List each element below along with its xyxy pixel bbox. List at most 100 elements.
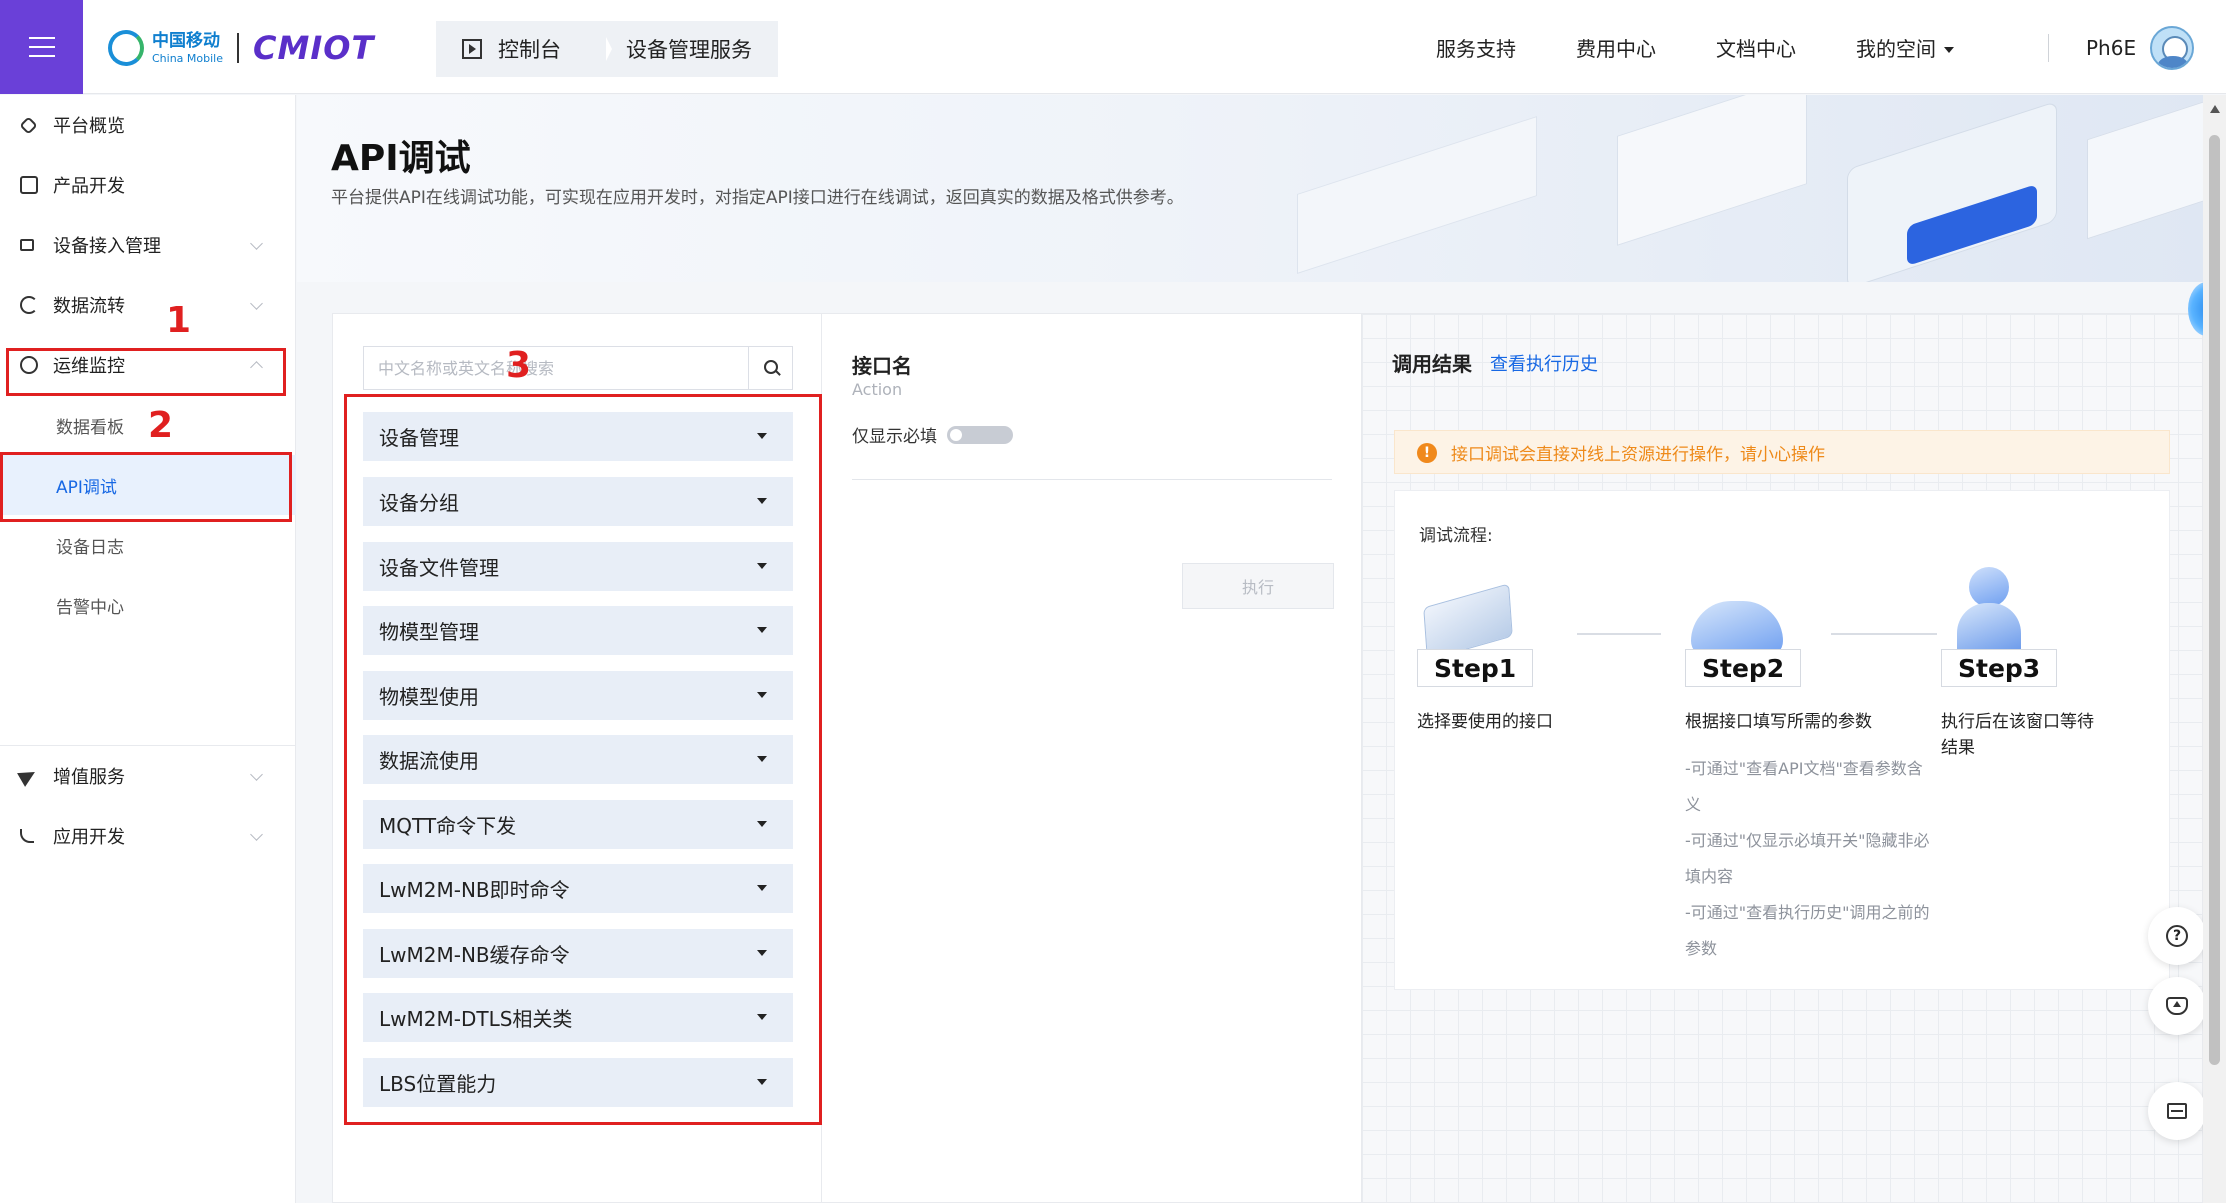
caret-down-icon: [757, 1079, 767, 1085]
api-category-label: LwM2M-DTLS相关类: [379, 1007, 573, 1031]
nav-my-space[interactable]: 我的空间: [1856, 33, 1954, 62]
sidebar-subitem-label: 设备日志: [56, 537, 124, 558]
send-icon: [17, 765, 39, 787]
api-category-item[interactable]: LBS位置能力: [363, 1058, 793, 1107]
caret-down-icon: [757, 1014, 767, 1020]
nav-doc-center[interactable]: 文档中心: [1716, 33, 1796, 62]
api-name-title: 接口名: [852, 354, 912, 378]
api-category-label: 物模型使用: [379, 685, 479, 709]
menu-toggle-button[interactable]: [0, 0, 83, 94]
help-button[interactable]: ?: [2148, 907, 2206, 965]
caret-down-icon: [757, 885, 767, 891]
step2-label: Step2: [1685, 649, 1802, 687]
api-category-item[interactable]: 物模型管理: [363, 606, 793, 655]
document-icon: [2167, 1103, 2187, 1119]
nav-billing-center[interactable]: 费用中心: [1576, 33, 1656, 62]
api-category-label: LwM2M-NB缓存命令: [379, 943, 570, 967]
logo-cn: 中国移动: [152, 30, 220, 51]
warning-icon: !: [1417, 443, 1437, 463]
api-category-item[interactable]: 物模型使用: [363, 671, 793, 720]
feedback-button[interactable]: [2148, 1082, 2206, 1140]
annotation-number-1: 1: [166, 300, 192, 341]
api-category-item[interactable]: 设备分组: [363, 477, 793, 526]
avatar[interactable]: [2150, 26, 2194, 70]
sidebar-item-label: 应用开发: [53, 827, 125, 848]
logo-divider: [237, 33, 240, 63]
required-only-toggle[interactable]: [947, 425, 1013, 444]
sidebar-item-label: 增值服务: [53, 767, 125, 788]
sidebar-subitem-device-log[interactable]: 设备日志: [0, 515, 296, 575]
step1-description: 选择要使用的接口: [1417, 712, 1553, 732]
step-connector: [1577, 633, 1661, 635]
api-category-item[interactable]: 设备管理: [363, 412, 793, 461]
chevron-down-icon: [250, 827, 263, 841]
caret-down-icon: [757, 627, 767, 633]
api-category-label: LwM2M-NB即时命令: [379, 878, 570, 902]
sidebar-subitem-api-debug[interactable]: API调试: [0, 455, 296, 515]
sidebar-subitem-alarm-center[interactable]: 告警中心: [0, 575, 296, 635]
sidebar-item-data-flow[interactable]: 数据流转: [0, 275, 296, 335]
api-category-item[interactable]: 设备文件管理: [363, 542, 793, 591]
sidebar-item-device-access[interactable]: 设备接入管理: [0, 215, 296, 275]
page-description: 平台提供API在线调试功能，可实现在应用开发时，对指定API接口进行在线调试，返…: [331, 188, 1184, 208]
caret-down-icon: [757, 692, 767, 698]
caret-down-icon: [757, 498, 767, 504]
sidebar-item-label: 数据流转: [53, 296, 125, 317]
step-connector: [1831, 633, 1937, 635]
header-divider: [2048, 34, 2049, 62]
api-category-item[interactable]: LwM2M-NB即时命令: [363, 864, 793, 913]
api-category-label: 设备管理: [379, 426, 459, 450]
banner-illustration: [2087, 95, 2203, 240]
monitor-icon: [20, 356, 38, 374]
sidebar-item-platform-overview[interactable]: 平台概览: [0, 95, 296, 155]
api-category-item[interactable]: MQTT命令下发: [363, 800, 793, 849]
api-category-item[interactable]: LwM2M-DTLS相关类: [363, 993, 793, 1042]
user-name[interactable]: Ph6E: [2086, 36, 2136, 60]
logo-en: China Mobile: [152, 51, 224, 65]
tip-item: -可通过"查看API文档"查看参数含义: [1685, 759, 1923, 814]
page-scrollbar[interactable]: [2203, 95, 2226, 1203]
api-list-panel: 设备管理 设备分组 设备文件管理 物模型管理 物模型使用 数据流使用 MQTT命…: [332, 313, 822, 1203]
question-icon: ?: [2166, 925, 2188, 947]
debug-flow-card: 调试流程: Step1 Step2 Step3 选择要使用的接口 根据接口填写所…: [1394, 490, 2170, 990]
data-flow-icon: [20, 296, 38, 314]
back-to-top-button[interactable]: [2148, 977, 2206, 1035]
caret-down-icon: [757, 756, 767, 762]
warning-text: 接口调试会直接对线上资源进行操作，请小心操作: [1451, 444, 1825, 465]
api-action-label: Action: [852, 380, 903, 399]
execute-button[interactable]: 执行: [1182, 563, 1334, 609]
api-category-item[interactable]: LwM2M-NB缓存命令: [363, 929, 793, 978]
sidebar-item-ops-monitor[interactable]: 运维监控: [0, 335, 296, 395]
device-access-icon: [20, 239, 34, 251]
api-detail-panel: 接口名 Action 仅显示必填 执行: [822, 313, 1362, 1203]
scroll-up-icon[interactable]: [2210, 105, 2220, 113]
annotation-number-3: 3: [506, 345, 532, 386]
nav-service-support[interactable]: 服务支持: [1436, 33, 1516, 62]
sidebar-subitem-label: API调试: [56, 477, 117, 498]
sidebar-item-product-dev[interactable]: 产品开发: [0, 155, 296, 215]
breadcrumb-device-service[interactable]: 设备管理服务: [598, 21, 778, 77]
sidebar-item-value-added[interactable]: 增值服务: [0, 746, 296, 806]
breadcrumb-console-label: 控制台: [498, 38, 561, 62]
brand-logo: CMIOT: [253, 29, 375, 67]
api-category-label: LBS位置能力: [379, 1072, 497, 1096]
breadcrumb-console[interactable]: 控制台: [436, 21, 606, 77]
caret-down-icon: [757, 563, 767, 569]
page-banner: API调试 平台提供API在线调试功能，可实现在应用开发时，对指定API接口进行…: [297, 95, 2203, 282]
api-search-input[interactable]: [364, 347, 750, 389]
step1-label: Step1: [1417, 649, 1534, 687]
china-mobile-logo-icon: [108, 30, 144, 66]
api-category-item[interactable]: 数据流使用: [363, 735, 793, 784]
view-history-link[interactable]: 查看执行历史: [1490, 350, 1598, 376]
search-icon[interactable]: [748, 347, 792, 389]
sidebar-subitem-label: 告警中心: [56, 597, 124, 618]
step2-tips: -可通过"查看API文档"查看参数含义 -可通过"仅显示必填开关"隐藏非必填内容…: [1685, 751, 1935, 967]
cube-icon: [20, 176, 38, 194]
scrollbar-thumb[interactable]: [2209, 135, 2220, 1065]
sidebar-item-app-dev[interactable]: 应用开发: [0, 806, 296, 866]
required-only-label: 仅显示必填: [852, 427, 937, 447]
console-icon: [462, 39, 482, 59]
sidebar: 平台概览 产品开发 设备接入管理 数据流转 运维监控 数据看板 API调试 设备…: [0, 95, 296, 1203]
logo[interactable]: 中国移动 China Mobile CMIOT: [108, 26, 374, 70]
upload-icon: [2166, 997, 2188, 1015]
